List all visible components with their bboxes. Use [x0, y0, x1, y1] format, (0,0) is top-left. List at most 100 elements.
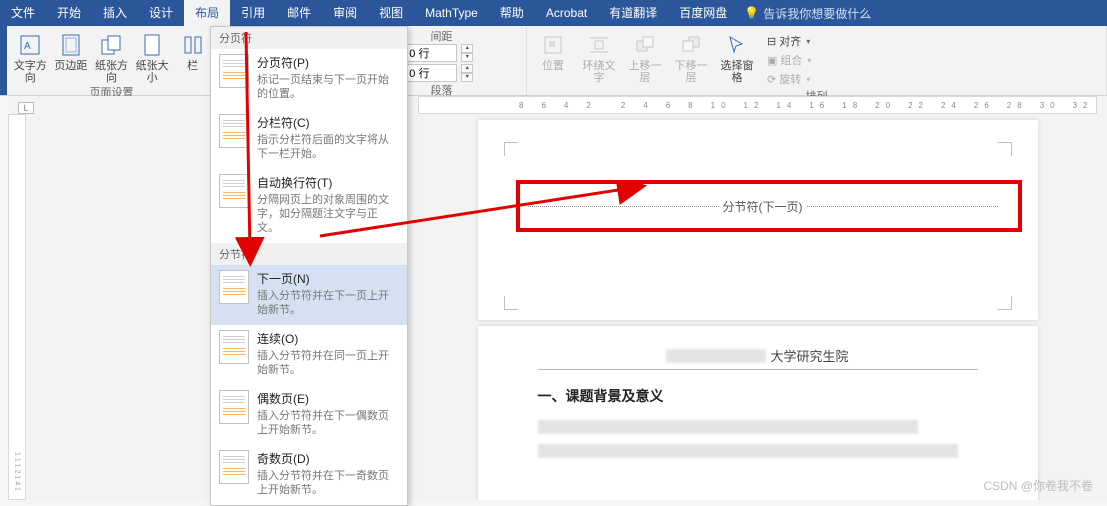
- dropdown-header-page-breaks: 分页符: [211, 27, 407, 49]
- dd-item-odd-page[interactable]: 奇数页(D)插入分节符并在下一奇数页上开始新节。: [211, 445, 407, 505]
- dd-title: 连续(O): [257, 330, 399, 347]
- align-button[interactable]: ⊟对齐: [763, 32, 815, 50]
- selection-pane-icon: [723, 32, 751, 58]
- dd-title: 分页符(P): [257, 54, 399, 71]
- dd-desc: 分隔网页上的对象周围的文字，如分隔题注文字与正文。: [257, 193, 399, 235]
- send-backward-icon: [677, 32, 705, 58]
- next-page-icon: [219, 270, 249, 304]
- dropdown-header-section-breaks: 分节符: [211, 243, 407, 265]
- quick-access-strip: [0, 26, 7, 95]
- tell-me[interactable]: 💡 告诉我你想要做什么: [744, 5, 871, 22]
- dd-desc: 指示分栏符后面的文字将从下一栏开始。: [257, 133, 399, 161]
- section-heading: 一、课题背景及意义: [538, 386, 978, 406]
- margins-button[interactable]: 页边距: [54, 28, 89, 72]
- dd-item-next-page[interactable]: 下一页(N)插入分节符并在下一页上开始新节。: [211, 265, 407, 325]
- margins-icon: [57, 32, 85, 58]
- dd-desc: 插入分节符并在下一偶数页上开始新节。: [257, 409, 399, 437]
- tab-mailings[interactable]: 邮件: [276, 0, 322, 26]
- page-size-icon: [138, 32, 166, 58]
- header-text: 大学研究生院: [770, 346, 848, 365]
- dd-title: 下一页(N): [257, 270, 399, 287]
- section-break-text: 分节符(下一页): [719, 198, 807, 215]
- dd-item-continuous[interactable]: 连续(O) 插入分节符并在同一页上开始新节。: [211, 325, 407, 385]
- send-backward-button: 下移一层: [671, 28, 711, 84]
- selection-pane-button[interactable]: 选择窗格: [717, 28, 757, 84]
- vertical-ruler[interactable]: 1 1 1 2 1 4 1: [8, 114, 26, 500]
- dd-desc: 插入分节符并在下一奇数页上开始新节。: [257, 469, 399, 497]
- rotate-icon: ⟳: [767, 73, 776, 86]
- spin-down[interactable]: ▾: [461, 73, 473, 82]
- redacted-body-text: [538, 420, 918, 434]
- spacing-after-input[interactable]: [405, 64, 457, 82]
- margin-corner: [998, 142, 1012, 156]
- position-button: 位置: [533, 28, 573, 72]
- group-icon: ▣: [767, 54, 777, 67]
- page-break-icon: [219, 54, 249, 88]
- orientation-button[interactable]: 纸张方向: [94, 28, 129, 84]
- spacing-before-input[interactable]: [405, 44, 457, 62]
- orientation-icon: [97, 32, 125, 58]
- tab-help[interactable]: 帮助: [489, 0, 535, 26]
- tab-youdao[interactable]: 有道翻译: [598, 0, 668, 26]
- tab-insert[interactable]: 插入: [92, 0, 138, 26]
- spin-up[interactable]: ▴: [461, 64, 473, 73]
- column-break-icon: [219, 114, 249, 148]
- dd-item-even-page[interactable]: 偶数页(E)插入分节符并在下一偶数页上开始新节。: [211, 385, 407, 445]
- text-wrap-break-icon: [219, 174, 249, 208]
- dd-desc: 标记一页结束与下一页开始的位置。: [257, 73, 399, 101]
- even-page-icon: [219, 390, 249, 424]
- tab-baidu[interactable]: 百度网盘: [668, 0, 738, 26]
- page-header: 大学研究生院: [538, 346, 978, 365]
- dd-title: 自动换行符(T): [257, 174, 399, 191]
- spin-up[interactable]: ▴: [461, 44, 473, 53]
- lightbulb-icon: 💡: [744, 6, 759, 20]
- dd-item-text-wrap-break[interactable]: 自动换行符(T) 分隔网页上的对象周围的文字，如分隔题注文字与正文。: [211, 169, 407, 243]
- group-arrange: 位置 环绕文字 上移一层 下移一层 选择窗格 ⊟对齐 ▣组合 ⟳旋转: [527, 26, 1107, 95]
- tab-review[interactable]: 审阅: [322, 0, 368, 26]
- tab-file[interactable]: 文件: [0, 0, 46, 26]
- menu-bar: 文件 开始 插入 设计 布局 引用 邮件 审阅 视图 MathType 帮助 A…: [0, 0, 1107, 26]
- section-break-marker: 分节符(下一页): [528, 198, 998, 215]
- tab-acrobat[interactable]: Acrobat: [535, 0, 598, 26]
- margin-corner: [504, 142, 518, 156]
- columns-button[interactable]: 栏: [175, 28, 210, 72]
- document-area: L 1 1 1 2 1 4 1 864224681012141618202224…: [8, 96, 1107, 500]
- tab-mathtype[interactable]: MathType: [414, 0, 489, 26]
- bring-forward-icon: [631, 32, 659, 58]
- align-icon: ⊟: [767, 35, 776, 48]
- redacted-text: [666, 349, 766, 363]
- columns-icon: [179, 32, 207, 58]
- breaks-dropdown: 分页符 分页符(P) 标记一页结束与下一页开始的位置。 分栏符(C) 指示分栏符后面…: [210, 26, 408, 506]
- document-canvas[interactable]: 8642246810121416182022242628303234363842…: [418, 96, 1097, 500]
- tab-design[interactable]: 设计: [138, 0, 184, 26]
- wrap-text-button: 环绕文字: [579, 28, 619, 84]
- odd-page-icon: [219, 450, 249, 484]
- tab-home[interactable]: 开始: [46, 0, 92, 26]
- tab-marker[interactable]: L: [18, 102, 34, 114]
- chevron-down-icon: [804, 73, 810, 85]
- text-direction-button[interactable]: A 文字方向: [13, 28, 48, 84]
- size-button[interactable]: 纸张大小: [135, 28, 170, 84]
- chevron-down-icon: [804, 35, 810, 47]
- continuous-icon: [219, 330, 249, 364]
- horizontal-ruler[interactable]: 8642246810121416182022242628303234363842…: [418, 96, 1097, 114]
- svg-text:A: A: [24, 41, 31, 52]
- ribbon: A 文字方向 页边距 纸张方向 纸张大小 栏 页面设置 ▯: [0, 26, 1107, 96]
- group-objects-button: ▣组合: [763, 51, 815, 69]
- tab-layout[interactable]: 布局: [184, 0, 230, 26]
- header-rule: [538, 369, 978, 370]
- page-1[interactable]: 分节符(下一页): [478, 120, 1038, 320]
- watermark: CSDN @你卷我不卷: [983, 477, 1093, 494]
- spin-down[interactable]: ▾: [461, 53, 473, 62]
- tab-view[interactable]: 视图: [368, 0, 414, 26]
- dd-item-page-break[interactable]: 分页符(P) 标记一页结束与下一页开始的位置。: [211, 49, 407, 109]
- tab-references[interactable]: 引用: [230, 0, 276, 26]
- group-page-setup: A 文字方向 页边距 纸张方向 纸张大小 栏 页面设置: [7, 26, 217, 95]
- dd-desc: 插入分节符并在同一页上开始新节。: [257, 349, 399, 377]
- dd-item-column-break[interactable]: 分栏符(C) 指示分栏符后面的文字将从下一栏开始。: [211, 109, 407, 169]
- position-icon: [539, 32, 567, 58]
- dd-title: 分栏符(C): [257, 114, 399, 131]
- tell-me-text: 告诉我你想要做什么: [763, 5, 871, 22]
- page-2[interactable]: 大学研究生院 一、课题背景及意义: [478, 326, 1038, 500]
- margin-corner: [998, 296, 1012, 310]
